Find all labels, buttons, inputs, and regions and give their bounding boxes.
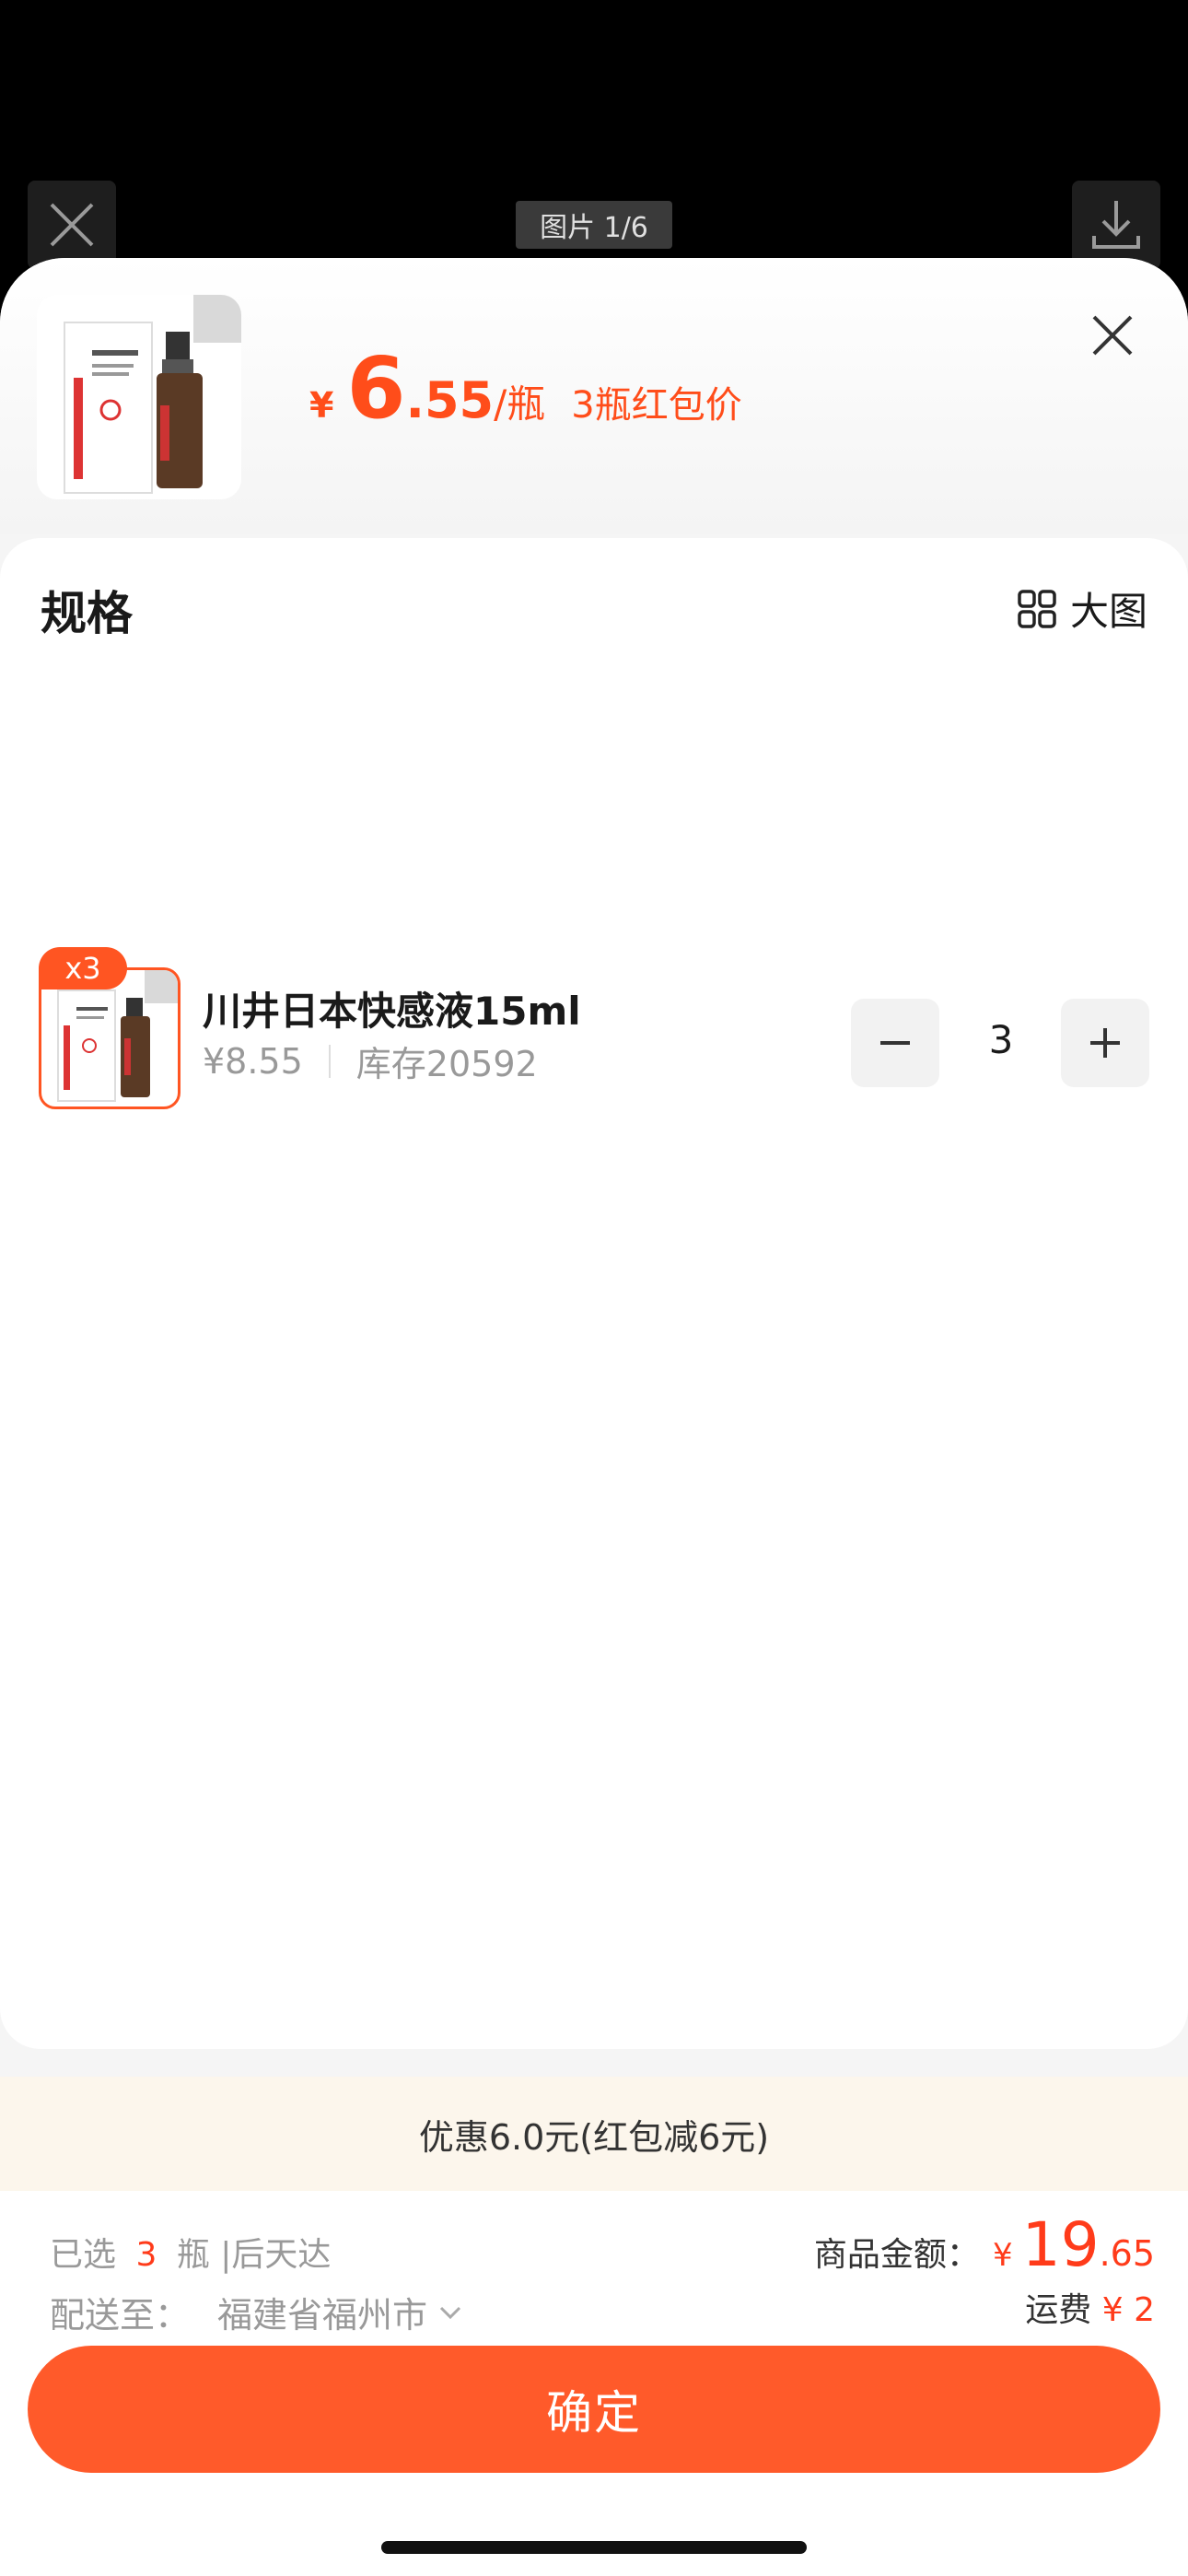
- selected-suffix: 瓶 |后天达: [176, 2236, 332, 2274]
- goods-amount: 商品金额： ¥ 19 .65: [814, 2209, 1155, 2280]
- shipping-address[interactable]: 配送至： 福建省福州市: [50, 2287, 464, 2337]
- big-view-toggle[interactable]: 大图: [1017, 580, 1147, 637]
- confirm-button[interactable]: 确定: [28, 2346, 1160, 2473]
- selection-summary: 已选 3 瓶 |后天达: [50, 2228, 331, 2276]
- spec-section: 规格 大图 x3 川井日本快感液15ml ¥8.55 库存20592 3: [0, 538, 1188, 2049]
- home-indicator[interactable]: [381, 2541, 807, 2554]
- spec-title: 规格: [41, 587, 133, 640]
- chevron-down-icon: [439, 2306, 461, 2319]
- fee-label: 运费: [1025, 2291, 1092, 2329]
- sheet-header: ¥ 6 .55 /瓶 3瓶红包价: [0, 258, 1188, 534]
- quantity-value[interactable]: 3: [971, 1017, 1031, 1062]
- ship-label: 配送至：: [50, 2295, 191, 2336]
- divider: [328, 1044, 331, 1078]
- download-button[interactable]: [1072, 181, 1160, 269]
- ship-city: 福建省福州市: [217, 2295, 428, 2336]
- unit-price: ¥ 6 .55 /瓶 3瓶红包价: [309, 339, 742, 450]
- product-thumbnail[interactable]: [37, 295, 241, 499]
- fee-value: ¥ 2: [1101, 2291, 1155, 2329]
- selected-prefix: 已选: [50, 2236, 117, 2274]
- close-icon: [1092, 315, 1133, 356]
- price-unit: /瓶: [494, 381, 546, 427]
- shipping-fee: 运费 ¥ 2: [1025, 2283, 1155, 2331]
- close-sheet-button[interactable]: [1087, 310, 1138, 361]
- sku-meta: ¥8.55 库存20592: [203, 1036, 538, 1086]
- increase-quantity-button[interactable]: [1061, 999, 1149, 1087]
- amount-currency: ¥: [992, 2237, 1013, 2274]
- sku-name: 川井日本快感液15ml: [203, 989, 581, 1034]
- discount-banner: 优惠6.0元(红包减6元): [0, 2077, 1188, 2191]
- amount-decimal: .65: [1099, 2233, 1155, 2274]
- selected-count: 3: [135, 2236, 157, 2274]
- amount-integer: 19: [1021, 2209, 1100, 2280]
- close-viewer-button[interactable]: [28, 181, 116, 269]
- sku-price: ¥8.55: [203, 1040, 303, 1082]
- price-decimal: .55: [405, 371, 495, 429]
- amount-label: 商品金额：: [813, 2236, 980, 2274]
- download-icon: [1092, 201, 1140, 249]
- quantity-badge: x3: [39, 947, 127, 989]
- close-icon: [50, 203, 94, 247]
- grid-icon: [1018, 589, 1056, 628]
- promo-label: 3瓶红包价: [571, 384, 742, 427]
- decrease-quantity-button[interactable]: [851, 999, 939, 1087]
- plus-icon: [1090, 1028, 1120, 1058]
- price-currency: ¥: [309, 385, 334, 426]
- minus-icon: [880, 1041, 910, 1045]
- checkout-footer: 已选 3 瓶 |后天达 配送至： 福建省福州市 商品金额： ¥ 19 .65 运…: [0, 2191, 1188, 2576]
- price-integer: 6: [346, 339, 406, 438]
- sku-stock: 库存20592: [355, 1044, 538, 1084]
- image-counter: 图片 1/6: [516, 201, 672, 249]
- big-view-label: 大图: [1069, 589, 1147, 634]
